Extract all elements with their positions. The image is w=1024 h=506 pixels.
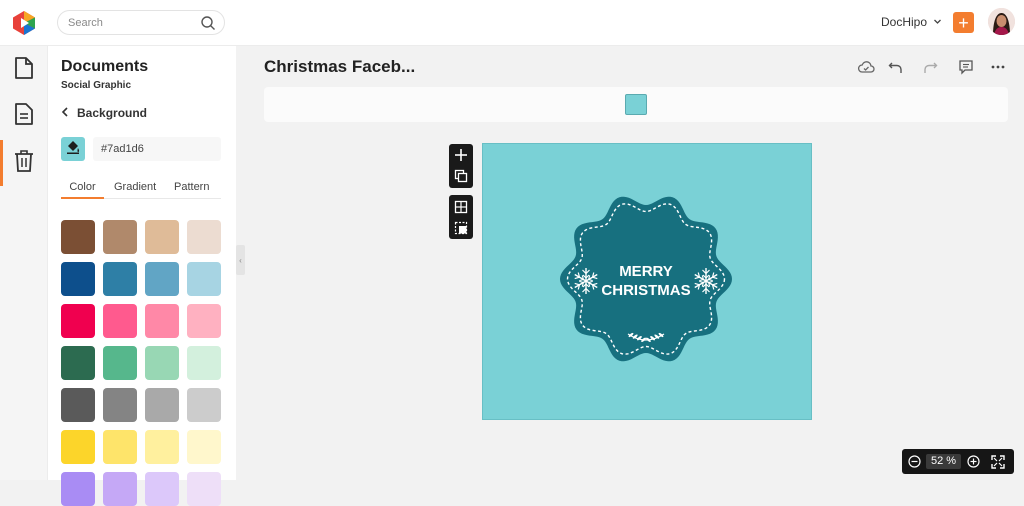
color-swatch[interactable] xyxy=(61,262,95,296)
back-to-background[interactable]: Background xyxy=(61,106,147,120)
design-canvas[interactable]: MERRY CHRISTMAS xyxy=(482,143,812,420)
plus-icon: + xyxy=(958,12,969,33)
color-swatch[interactable] xyxy=(145,304,179,338)
element-toolbar-top xyxy=(449,144,473,188)
color-swatch[interactable] xyxy=(145,430,179,464)
comment-icon[interactable] xyxy=(957,58,975,76)
color-swatch[interactable] xyxy=(103,262,137,296)
hex-color-input[interactable]: #7ad1d6 xyxy=(93,137,221,161)
tab-gradient[interactable]: Gradient xyxy=(114,181,156,193)
color-swatch[interactable] xyxy=(61,304,95,338)
redo-icon[interactable] xyxy=(921,58,939,76)
color-swatch[interactable] xyxy=(145,346,179,380)
tab-color[interactable]: Color xyxy=(61,181,104,199)
color-swatch[interactable] xyxy=(145,220,179,254)
chevron-left-icon xyxy=(61,106,69,120)
user-avatar[interactable] xyxy=(988,8,1015,35)
color-swatch[interactable] xyxy=(103,472,137,506)
background-panel: Documents Social Graphic Background #7ad… xyxy=(48,46,236,506)
resize-icon[interactable] xyxy=(454,221,468,240)
color-mode-tabs: Color Gradient Pattern xyxy=(61,177,221,199)
cloud-save-icon[interactable] xyxy=(857,58,875,76)
add-element-icon[interactable] xyxy=(454,148,468,167)
color-swatch[interactable] xyxy=(145,472,179,506)
color-swatch[interactable] xyxy=(187,346,221,380)
color-swatch[interactable] xyxy=(103,388,137,422)
zoom-in-icon[interactable] xyxy=(967,455,980,471)
color-swatch[interactable] xyxy=(145,262,179,296)
workspace-label: DocHipo xyxy=(881,15,928,29)
grid-layout-icon[interactable] xyxy=(454,200,468,219)
dochipo-logo[interactable] xyxy=(11,10,37,36)
color-swatch[interactable] xyxy=(103,430,137,464)
color-swatch[interactable] xyxy=(103,346,137,380)
rail-item-design[interactable] xyxy=(0,96,48,136)
duplicate-icon[interactable] xyxy=(454,169,468,188)
rail-item-trash[interactable] xyxy=(0,143,48,183)
color-swatch[interactable] xyxy=(103,220,137,254)
badge-line-1: MERRY xyxy=(619,263,673,280)
color-strip-toolbar xyxy=(264,87,1008,122)
rail-item-documents[interactable] xyxy=(0,50,48,90)
panel-title: Documents xyxy=(61,58,149,75)
zoom-unit: % xyxy=(946,455,957,467)
color-swatch[interactable] xyxy=(187,472,221,506)
color-swatch[interactable] xyxy=(61,220,95,254)
paint-bucket-icon xyxy=(65,139,81,160)
chevron-down-icon xyxy=(933,15,942,29)
color-swatch[interactable] xyxy=(61,430,95,464)
search-icon[interactable] xyxy=(200,15,216,31)
search-box[interactable] xyxy=(57,10,225,35)
design-icon xyxy=(14,102,34,131)
top-bar: DocHipo + xyxy=(0,0,1024,46)
badge-line-2: CHRISTMAS xyxy=(601,282,690,299)
create-new-button[interactable]: + xyxy=(953,12,974,33)
zoom-value: 52 xyxy=(930,455,944,467)
panel-subtitle: Social Graphic xyxy=(61,80,132,91)
color-swatch[interactable] xyxy=(187,430,221,464)
color-swatch[interactable] xyxy=(187,388,221,422)
more-icon[interactable] xyxy=(989,58,1007,76)
zoom-level[interactable]: 52 % xyxy=(926,454,961,469)
document-title[interactable]: Christmas Faceb... xyxy=(264,57,415,77)
trash-icon xyxy=(14,149,34,178)
merry-christmas-badge[interactable]: MERRY CHRISTMAS xyxy=(483,144,813,421)
zoom-out-icon[interactable] xyxy=(908,455,921,471)
back-label: Background xyxy=(77,106,148,120)
zoom-control: 52 % xyxy=(902,449,1014,474)
color-swatch-grid xyxy=(61,220,221,506)
undo-icon[interactable] xyxy=(887,58,905,76)
color-swatch[interactable] xyxy=(61,472,95,506)
color-swatch[interactable] xyxy=(61,346,95,380)
search-input[interactable] xyxy=(68,15,193,31)
color-swatch[interactable] xyxy=(145,388,179,422)
color-swatch[interactable] xyxy=(103,304,137,338)
tab-pattern[interactable]: Pattern xyxy=(174,181,209,193)
workspace-dropdown[interactable]: DocHipo xyxy=(881,15,942,29)
collapse-panel-handle[interactable]: ‹ xyxy=(236,245,245,275)
color-swatch[interactable] xyxy=(187,262,221,296)
element-toolbar-bottom xyxy=(449,195,473,239)
fullscreen-icon[interactable] xyxy=(991,455,1005,472)
left-icon-rail xyxy=(0,46,48,480)
color-swatch[interactable] xyxy=(61,388,95,422)
color-swatch[interactable] xyxy=(187,304,221,338)
current-color-swatch[interactable] xyxy=(61,137,85,161)
document-icon xyxy=(14,56,34,85)
selected-color-chip[interactable] xyxy=(625,94,647,115)
color-swatch[interactable] xyxy=(187,220,221,254)
